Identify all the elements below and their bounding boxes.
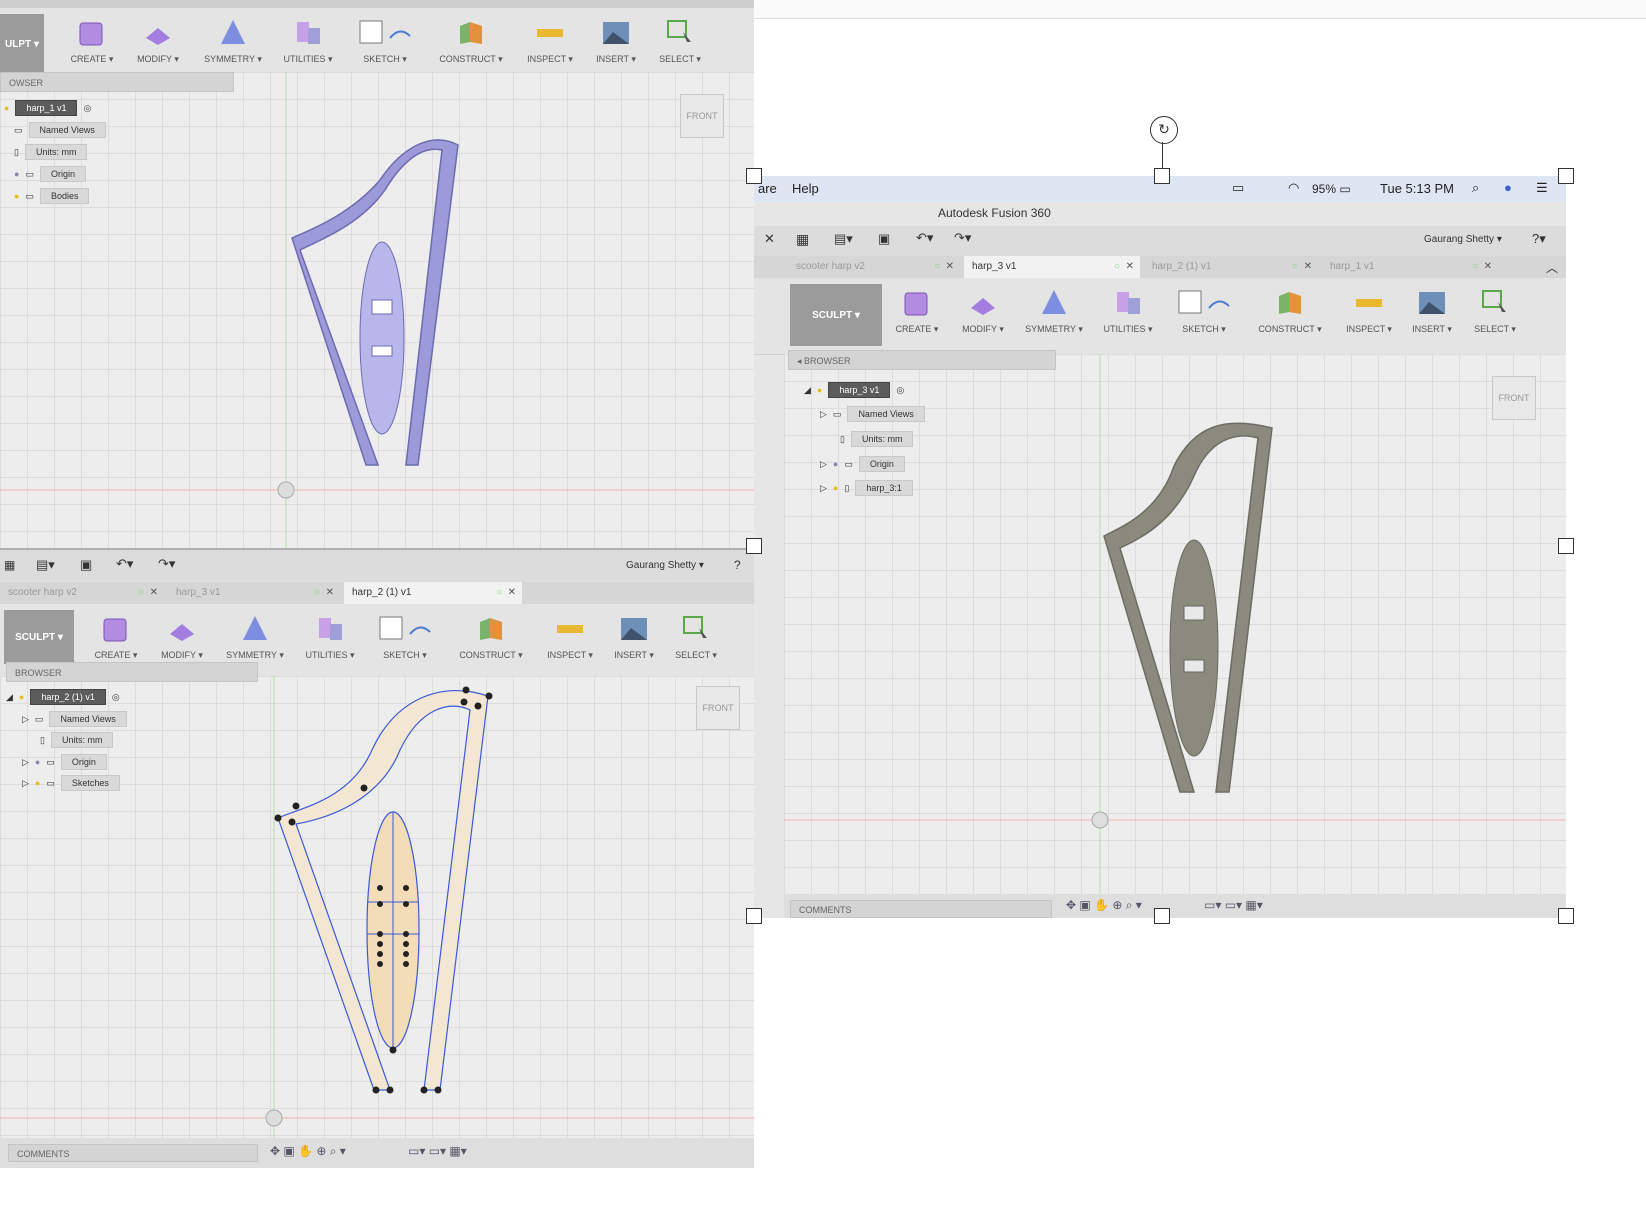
navigation-tools-icon[interactable]: ✥ ▣ ✋ ⊕ ⌕ ▾: [270, 1144, 346, 1159]
comments-bar[interactable]: COMMENTS: [790, 900, 1052, 918]
resize-handle-bottom-left[interactable]: [746, 908, 762, 924]
display-settings-icon[interactable]: ▭▾ ▭▾ ▦▾: [408, 1144, 467, 1158]
resize-handle-top-right[interactable]: [1558, 168, 1574, 184]
bottom-left-window: ▦ ▤▾ ▣ ↶▾ ↷▾ Gaurang Shetty ▾ ? scooter …: [0, 548, 754, 1168]
bottom-bar: COMMENTS ✥ ▣ ✋ ⊕ ⌕ ▾ ▭▾ ▭▾ ▦▾: [784, 894, 1566, 918]
bottom-bar: COMMENTS ✥ ▣ ✋ ⊕ ⌕ ▾ ▭▾ ▭▾ ▦▾: [0, 1138, 754, 1168]
navigation-tools-icon[interactable]: ✥ ▣ ✋ ⊕ ⌕ ▾: [1066, 898, 1142, 913]
display-settings-icon[interactable]: ▭▾ ▭▾ ▦▾: [1204, 898, 1263, 912]
resize-handle-bottom-right[interactable]: [1558, 908, 1574, 924]
top-strip: [754, 0, 1646, 19]
resize-handle-bottom-center[interactable]: [1154, 908, 1170, 924]
rotate-handle-icon[interactable]: ↻: [1150, 116, 1178, 144]
resize-handle-middle-right[interactable]: [1558, 538, 1574, 554]
right-window: are Help ▭ ◠ 95% ▭ Tue 5:13 PM ⌕ ● ☰ Aut…: [754, 176, 1566, 918]
resize-handle-top-center[interactable]: [1154, 168, 1170, 184]
resize-handle-top-left[interactable]: [746, 168, 762, 184]
harp-sketch: [274, 686, 493, 1094]
resize-handle-middle-left[interactable]: [746, 538, 762, 554]
top-left-window: ULPT ▾ CREATE ▾ MODIFY ▾ SYMMETRY ▾ UTIL…: [0, 0, 754, 576]
harp-mesh-model: [291, 139, 459, 466]
harp-body-model: [1103, 422, 1273, 793]
comments-bar[interactable]: COMMENTS: [8, 1144, 258, 1162]
